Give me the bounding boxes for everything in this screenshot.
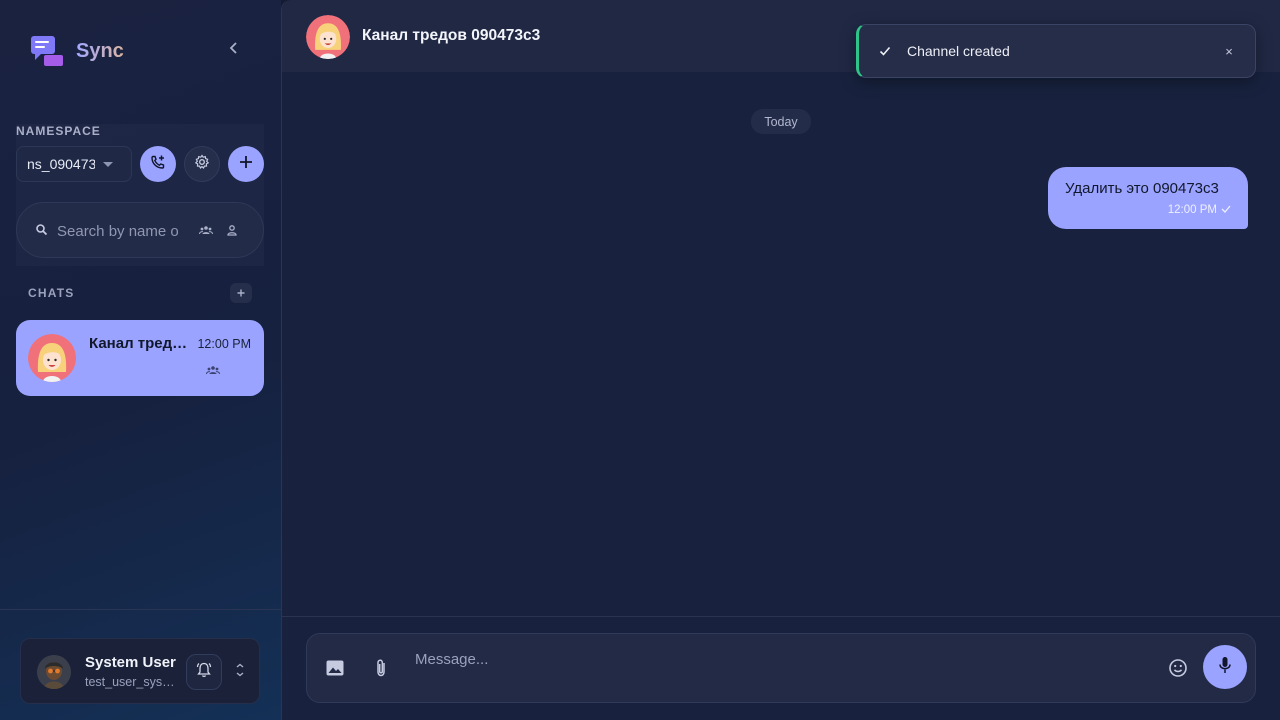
chat-time: 12:00 PM [197, 337, 251, 351]
message-composer [306, 633, 1256, 703]
paperclip-icon[interactable] [373, 658, 389, 683]
toast-notification: Channel created × [856, 24, 1256, 78]
message-time: 12:00 PM [1167, 204, 1217, 216]
check-icon [879, 44, 891, 62]
chevron-up-down-icon [235, 663, 245, 682]
namespace-label: NAMESPACE [16, 124, 101, 138]
composer-divider [282, 616, 1280, 617]
group-icon [206, 363, 220, 381]
caret-down-icon [103, 162, 113, 167]
message-meta: 12:00 PM [1168, 204, 1231, 216]
date-divider: Today [751, 109, 811, 134]
user-name: System User [85, 654, 176, 671]
toast-close-button[interactable]: × [1221, 43, 1237, 59]
chat-header-title[interactable]: Канал тредов 090473c3 [362, 27, 540, 45]
app-name: Sync [76, 39, 124, 62]
search-input[interactable] [57, 219, 183, 243]
search-icon [35, 223, 49, 242]
chat-main: Канал тредов 090473c3 Today Удалить это … [281, 0, 1280, 720]
message-bubble-outgoing[interactable]: Удалить это 090473c3 12:00 PM [1048, 167, 1248, 229]
namespace-value: ns_090473c3 [27, 156, 95, 172]
chats-section-label: CHATS [28, 286, 75, 300]
chat-header-avatar[interactable] [306, 15, 350, 59]
toast-message: Channel created [907, 43, 1010, 59]
message-input[interactable] [415, 648, 1155, 670]
filter-groups-icon[interactable] [199, 223, 213, 242]
voice-message-button[interactable] [1203, 645, 1247, 689]
notifications-button[interactable] [186, 654, 222, 690]
check-icon [1221, 204, 1231, 216]
new-chat-button[interactable] [230, 283, 252, 303]
brand[interactable]: Sync [30, 34, 124, 68]
add-namespace-button[interactable] [228, 146, 264, 182]
message-text: Удалить это 090473c3 [1065, 180, 1219, 197]
namespace-settings-button[interactable] [184, 146, 220, 182]
filter-person-icon[interactable] [225, 223, 239, 242]
image-icon[interactable] [325, 659, 345, 682]
gear-icon [194, 153, 210, 175]
new-call-button[interactable] [140, 146, 176, 182]
user-handle: test_user_system [85, 675, 177, 689]
collapse-sidebar-button[interactable] [222, 38, 246, 62]
phone-add-icon [150, 154, 166, 175]
emoji-icon[interactable] [1168, 658, 1188, 683]
bell-ringing-icon [195, 661, 213, 684]
chat-title: Канал тредов 090473c3 [89, 335, 193, 352]
namespace-select[interactable]: ns_090473c3 [16, 146, 132, 182]
user-avatar [37, 655, 71, 689]
plus-icon [237, 284, 245, 302]
chat-avatar [28, 334, 76, 382]
chevron-left-icon [229, 41, 239, 59]
namespace-panel: NAMESPACE ns_090473c3 [16, 124, 264, 266]
sidebar-divider [0, 609, 281, 610]
chat-list-item[interactable]: Канал тредов 090473c3 12:00 PM [16, 320, 264, 396]
current-user-card[interactable]: System User test_user_system [20, 638, 260, 704]
microphone-icon [1218, 656, 1232, 679]
search-box [16, 202, 264, 258]
chat-bubbles-logo-icon [30, 34, 64, 68]
sidebar: Sync NAMESPACE ns_090473c3 [0, 0, 281, 720]
user-menu-toggle[interactable] [233, 663, 247, 681]
plus-icon [239, 155, 253, 174]
